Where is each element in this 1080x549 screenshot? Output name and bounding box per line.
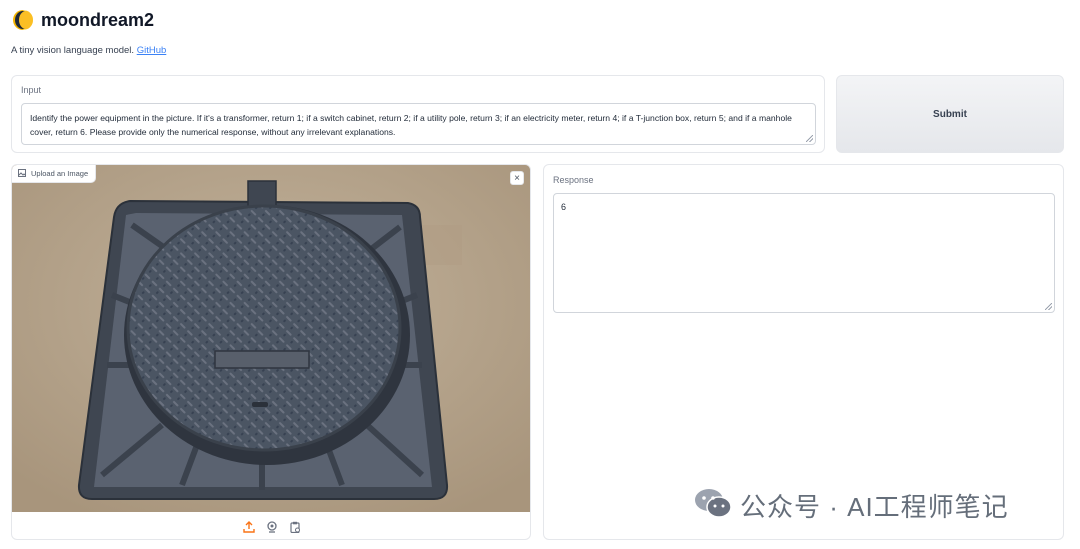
- response-panel: Response 6: [543, 164, 1064, 540]
- input-panel: Input Identify the power equipment in th…: [11, 75, 825, 153]
- response-label: Response: [553, 175, 594, 185]
- input-label: Input: [21, 85, 42, 95]
- wechat-icon: [694, 487, 732, 524]
- app-title: moondream2: [41, 9, 155, 30]
- image-source-toolbar: [12, 512, 530, 539]
- manhole-cover-photo: [12, 165, 530, 512]
- clear-image-button[interactable]: ×: [510, 171, 524, 185]
- image-panel: Upload an Image ×: [11, 164, 531, 540]
- response-textarea[interactable]: 6: [553, 193, 1055, 313]
- submit-button[interactable]: Submit: [836, 75, 1064, 153]
- upload-image-label: Upload an Image: [12, 165, 97, 183]
- input-value: Identify the power equipment in the pict…: [30, 113, 792, 137]
- watermark-text: 公众号 · AI工程师笔记: [740, 491, 1009, 522]
- webcam-icon[interactable]: [265, 520, 279, 534]
- resize-handle-icon[interactable]: [1045, 303, 1052, 310]
- subtitle-text: A tiny vision language model.: [11, 45, 135, 56]
- response-value: 6: [561, 202, 567, 212]
- resize-handle-icon[interactable]: [806, 135, 813, 142]
- clipboard-icon[interactable]: [288, 520, 302, 534]
- input-textarea[interactable]: Identify the power equipment in the pict…: [21, 103, 816, 145]
- wechat-watermark: 公众号 · AI工程师笔记: [694, 488, 1009, 522]
- app-subtitle: A tiny vision language model. GitHub: [11, 45, 166, 56]
- app-header: moondream2: [13, 8, 154, 32]
- upload-icon[interactable]: [242, 520, 256, 534]
- image-icon: [18, 168, 26, 179]
- moondream-logo-icon: [13, 10, 33, 30]
- github-link[interactable]: GitHub: [137, 45, 167, 56]
- uploaded-image[interactable]: [12, 165, 530, 512]
- upload-image-text: Upload an Image: [31, 169, 89, 178]
